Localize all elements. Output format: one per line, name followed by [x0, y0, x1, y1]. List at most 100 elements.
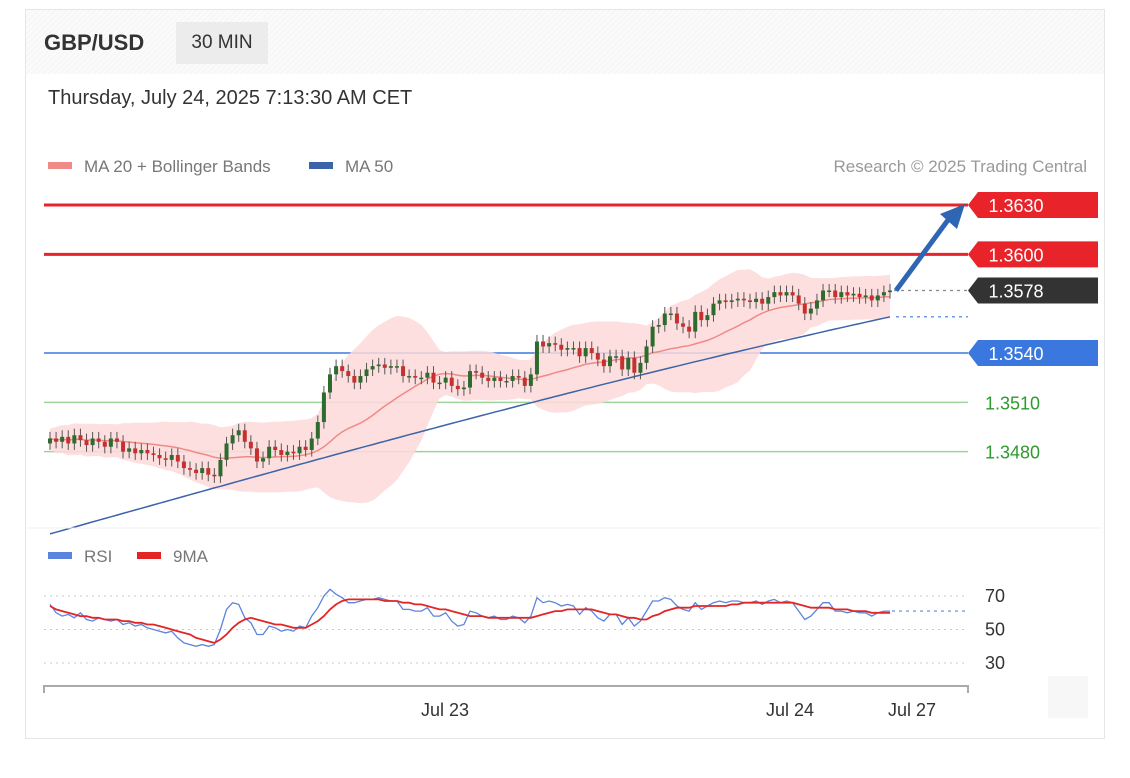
- candle-body: [608, 356, 612, 367]
- candle-body: [674, 313, 679, 324]
- level-label-1.3630: 1.3630: [988, 196, 1043, 216]
- candle-body: [236, 430, 241, 436]
- candle-body: [218, 459, 223, 477]
- candle-body: [839, 292, 844, 298]
- rsi-tick-30: 30: [985, 653, 1005, 673]
- candle-body: [303, 446, 308, 451]
- candle-body: [735, 298, 740, 301]
- candle-body: [583, 348, 588, 357]
- candle-body: [626, 357, 631, 370]
- candle-body: [729, 300, 734, 303]
- copyright-label: Research © 2025 Trading Central: [834, 157, 1088, 176]
- x-tick-label: Jul 27: [888, 700, 936, 720]
- candle-body: [297, 446, 302, 454]
- level-label-1.3510: 1.3510: [985, 393, 1040, 413]
- rsi-legend-swatch: [48, 552, 72, 559]
- rsi-lines: [49, 588, 968, 647]
- candle-body: [510, 376, 515, 381]
- candle-body: [656, 325, 661, 327]
- candle-body: [559, 344, 564, 350]
- candle-body: [516, 376, 521, 378]
- candle-body: [90, 438, 95, 446]
- legend-main: MA 20 + Bollinger Bands MA 50 Research ©…: [48, 157, 1087, 176]
- candle-body: [145, 450, 150, 454]
- candle-body: [681, 323, 686, 327]
- candle-body: [291, 451, 296, 454]
- candle-body: [875, 295, 880, 301]
- candle-body: [449, 377, 454, 386]
- level-lines: [44, 203, 968, 453]
- candle-body: [425, 372, 430, 378]
- candle-body: [857, 293, 862, 298]
- candle-body: [492, 377, 497, 381]
- level-label-1.3540: 1.3540: [988, 344, 1043, 364]
- candle-body: [200, 468, 205, 474]
- x-axis-line: [43, 685, 969, 693]
- legend-rsi: RSI 9MA: [48, 547, 209, 566]
- candle-body: [760, 298, 765, 304]
- candle-body: [78, 435, 83, 441]
- candle-body: [498, 377, 503, 381]
- level-label-1.3600: 1.3600: [988, 245, 1043, 265]
- candle-body: [54, 438, 59, 442]
- candle-body: [321, 392, 326, 423]
- candle-body: [772, 292, 777, 298]
- candle-body: [194, 469, 199, 474]
- level-label-1.3480: 1.3480: [985, 443, 1040, 463]
- candle-body: [127, 448, 132, 452]
- candle-body: [474, 371, 479, 373]
- candle-body: [370, 366, 375, 370]
- candle-body: [188, 468, 192, 470]
- ma50-legend-label: MA 50: [345, 157, 393, 176]
- candle-body: [114, 438, 119, 442]
- candle-body: [72, 435, 77, 444]
- candle-body: [413, 376, 418, 378]
- candle-body: [48, 438, 52, 444]
- candle-body: [175, 454, 180, 462]
- x-axis: Jul 23 Jul 24 Jul 27: [43, 685, 969, 720]
- price-chart: 1.3630 1.3600 1.3578 1.3540 1.3510 1.3480 MA …: [26, 157, 1102, 720]
- scroll-corner-button[interactable]: [1048, 676, 1088, 718]
- candle-body: [455, 385, 460, 390]
- candle-body: [480, 372, 485, 378]
- candle-body: [705, 315, 710, 321]
- ma20-legend-swatch: [48, 162, 72, 169]
- candle-body: [748, 300, 752, 303]
- candle-body: [102, 441, 107, 447]
- candle-body: [133, 448, 138, 454]
- candle-body: [693, 311, 698, 332]
- candle-body: [461, 387, 466, 390]
- candle-body: [254, 448, 259, 462]
- candle-body: [504, 380, 509, 383]
- level-label-1.3578: 1.3578: [988, 282, 1043, 302]
- candle-body: [638, 362, 643, 373]
- candle-body: [309, 438, 314, 451]
- candle-body: [644, 346, 649, 363]
- candle-body: [571, 348, 576, 350]
- candle-body: [151, 453, 156, 455]
- candle-body: [382, 364, 387, 368]
- candle-body: [224, 443, 229, 460]
- candle-body: [212, 474, 217, 477]
- candle-body: [577, 348, 582, 357]
- candle-body: [230, 435, 235, 444]
- rsi-grid: 70 50 30: [44, 586, 1005, 673]
- candle-body: [863, 295, 868, 298]
- candle-body: [881, 292, 886, 296]
- candle-body: [419, 377, 424, 380]
- candle-body: [711, 303, 716, 316]
- candle-body: [60, 436, 65, 442]
- candle-body: [687, 326, 692, 332]
- candle-body: [808, 308, 813, 314]
- rsi-tick-70: 70: [985, 586, 1005, 606]
- candle-body: [827, 290, 832, 293]
- candle-body: [614, 356, 619, 358]
- candle-body: [620, 356, 625, 370]
- candle-body: [157, 454, 162, 459]
- ma20-legend-label: MA 20 + Bollinger Bands: [84, 157, 271, 176]
- candle-body: [443, 377, 448, 383]
- candle-body: [248, 441, 253, 449]
- candle-body: [802, 303, 807, 314]
- candle-body: [346, 371, 351, 377]
- candle-body: [534, 341, 539, 375]
